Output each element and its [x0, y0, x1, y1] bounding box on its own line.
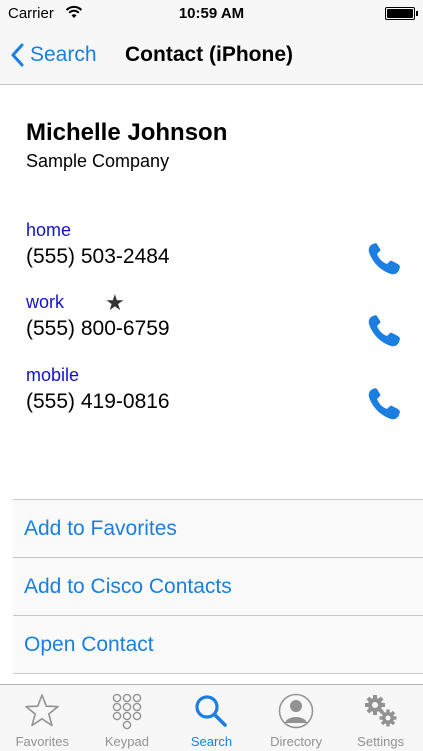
status-time: 10:59 AM: [178, 5, 245, 22]
phone-row-work: work ★ (555) 800-6759: [26, 290, 411, 352]
phone-call-icon[interactable]: [365, 312, 403, 350]
tab-label: Favorites: [15, 734, 70, 749]
open-contact-button[interactable]: Open Contact: [13, 615, 423, 674]
tab-search[interactable]: Search: [169, 685, 254, 751]
status-bar: Carrier 10:59 AM: [0, 0, 423, 26]
phone-label: home: [26, 220, 72, 240]
star-outline-icon: [25, 694, 60, 727]
battery-fill: [387, 9, 413, 18]
phone-number[interactable]: (555) 800-6759: [26, 317, 170, 341]
contact-name: Michelle Johnson: [26, 119, 228, 146]
gear-icon: [364, 695, 397, 727]
tab-label: Directory: [270, 734, 323, 749]
page-title: Contact (iPhone): [125, 43, 293, 66]
phone-call-icon[interactable]: [365, 240, 403, 278]
chevron-left-icon: [11, 43, 24, 67]
tab-label: Keypad: [104, 734, 149, 749]
contact-company: Sample Company: [26, 151, 170, 171]
back-button-label: Search: [30, 43, 97, 66]
phone-call-icon[interactable]: [365, 385, 403, 423]
navigation-bar: Search Contact (iPhone): [0, 26, 423, 85]
phone-number[interactable]: (555) 419-0816: [26, 390, 170, 414]
tab-bar: Favorites Keypad Search Directory Settin…: [0, 684, 423, 751]
back-button[interactable]: Search: [10, 40, 97, 70]
phone-row-mobile: mobile (555) 419-0816: [26, 365, 411, 425]
favorite-star-icon: ★: [105, 290, 125, 315]
phone-row-home: home (555) 503-2484: [26, 220, 411, 280]
contact-actions: Add to Favorites Add to Cisco Contacts O…: [13, 499, 423, 674]
add-to-favorites-button[interactable]: Add to Favorites: [13, 499, 423, 557]
battery-icon: [385, 7, 418, 20]
tab-favorites[interactable]: Favorites: [0, 685, 85, 751]
tab-directory[interactable]: Directory: [254, 685, 339, 751]
search-icon: [195, 695, 228, 727]
add-to-cisco-contacts-button[interactable]: Add to Cisco Contacts: [13, 557, 423, 615]
phone-label: mobile: [26, 365, 80, 385]
keypad-icon: [112, 693, 142, 730]
phone-number[interactable]: (555) 503-2484: [26, 245, 170, 269]
tab-label: Settings: [357, 734, 405, 749]
tab-settings[interactable]: Settings: [338, 685, 423, 751]
phone-label: work: [26, 292, 65, 312]
tab-keypad[interactable]: Keypad: [85, 685, 170, 751]
person-icon: [278, 693, 314, 729]
tab-label: Search: [190, 734, 233, 749]
